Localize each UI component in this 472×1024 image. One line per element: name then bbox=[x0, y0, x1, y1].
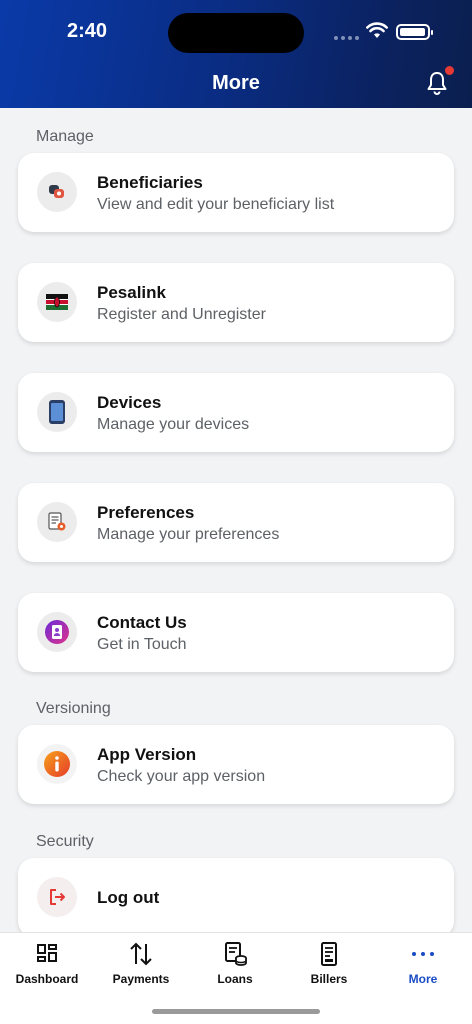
battery-icon bbox=[396, 24, 433, 40]
people-icon bbox=[37, 172, 77, 212]
pesalink-title: Pesalink bbox=[97, 283, 166, 302]
status-time: 2:40 bbox=[67, 20, 108, 42]
tab-loans[interactable]: Loans bbox=[188, 933, 282, 993]
tab-label-billers: Billers bbox=[310, 972, 348, 986]
contact-us-subtitle: Get in Touch bbox=[97, 636, 187, 653]
phone-icon bbox=[37, 392, 77, 432]
devices-subtitle: Manage your devices bbox=[97, 416, 250, 433]
logout-title: Log out bbox=[97, 888, 160, 907]
section-label-versioning: Versioning bbox=[36, 700, 111, 717]
beneficiaries-subtitle: View and edit your beneficiary list bbox=[97, 196, 335, 213]
kenya-flag-icon bbox=[37, 282, 77, 322]
logout-icon bbox=[37, 877, 77, 917]
signal-icon bbox=[334, 36, 359, 40]
app-version-title: App Version bbox=[97, 745, 197, 764]
dashboard-icon bbox=[37, 944, 57, 962]
devices-item[interactable]: Devices Manage your devices bbox=[18, 373, 454, 452]
bill-icon bbox=[321, 942, 337, 966]
more-dots-icon bbox=[412, 952, 434, 956]
pesalink-subtitle: Register and Unregister bbox=[97, 306, 266, 323]
tab-label-dashboard: Dashboard bbox=[15, 972, 79, 986]
preferences-title: Preferences bbox=[97, 503, 195, 522]
contact-book-icon bbox=[37, 612, 77, 652]
loans-icon bbox=[225, 942, 247, 966]
contact-us-item[interactable]: Contact Us Get in Touch bbox=[18, 593, 454, 672]
tab-dashboard[interactable]: Dashboard bbox=[0, 933, 94, 993]
dynamic-island bbox=[168, 13, 304, 53]
info-icon bbox=[37, 744, 77, 784]
section-label-manage: Manage bbox=[36, 128, 94, 145]
preferences-subtitle: Manage your preferences bbox=[97, 526, 280, 543]
pesalink-item[interactable]: Pesalink Register and Unregister bbox=[18, 263, 454, 342]
app-version-subtitle: Check your app version bbox=[97, 768, 266, 785]
home-indicator bbox=[152, 1009, 320, 1014]
tab-more[interactable]: More bbox=[376, 933, 470, 993]
tab-label-loans: Loans bbox=[217, 972, 253, 986]
section-label-security: Security bbox=[36, 833, 94, 850]
page-title: More bbox=[212, 72, 260, 94]
preferences-item[interactable]: Preferences Manage your preferences bbox=[18, 483, 454, 562]
tab-billers[interactable]: Billers bbox=[282, 933, 376, 993]
beneficiaries-title: Beneficiaries bbox=[97, 173, 203, 192]
app-header: 2:40 More bbox=[0, 0, 472, 108]
tab-label-payments: Payments bbox=[112, 972, 170, 986]
tab-label-more: More bbox=[408, 972, 438, 986]
app-version-item[interactable]: App Version Check your app version bbox=[18, 725, 454, 804]
wifi-icon bbox=[366, 22, 388, 38]
contact-us-title: Contact Us bbox=[97, 613, 187, 632]
tab-payments[interactable]: Payments bbox=[94, 933, 188, 993]
beneficiaries-item[interactable]: Beneficiaries View and edit your benefic… bbox=[18, 153, 454, 232]
transfer-arrows-icon bbox=[130, 942, 152, 966]
logout-item[interactable]: Log out bbox=[18, 858, 454, 937]
notification-badge bbox=[445, 66, 454, 75]
document-gear-icon bbox=[37, 502, 77, 542]
devices-title: Devices bbox=[97, 393, 162, 412]
